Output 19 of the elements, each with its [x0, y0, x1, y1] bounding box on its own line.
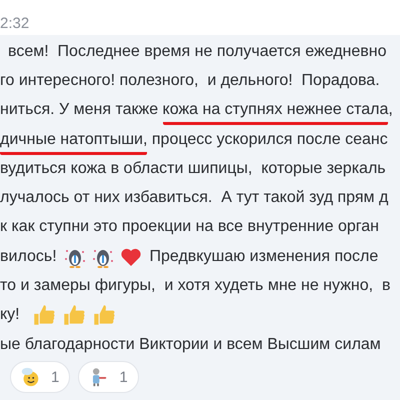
smiley-icon	[19, 366, 41, 388]
reaction-button[interactable]: 1	[10, 361, 70, 394]
message-text: кожа на ступнях нежнее стала	[162, 101, 388, 126]
message-text: го интересного! полезного, и дельного! Порадова.	[0, 72, 380, 91]
message-text: дичные натоптыши,	[0, 130, 148, 155]
message-text: ку!	[0, 306, 21, 326]
reaction-button[interactable]: 1	[78, 361, 139, 394]
message-time: 2:32	[0, 15, 30, 32]
message-text: вилось!	[0, 248, 58, 267]
message-text: Предвкушаю изменения после	[148, 248, 378, 267]
message-text: процесс ускорился после сеанс	[150, 130, 388, 150]
message-text: то и замеры фигуры, и хотя худеть мне не нужно, в	[0, 277, 390, 296]
message-text: вудиться кожа в области шипицы, которые зеркаль	[0, 160, 386, 179]
message-text: лучалось от них избавиться. А тут такой зуд прям д	[0, 189, 388, 208]
message-text: к как ступни это проекции на все внутренние орган	[0, 218, 379, 238]
message-text: ,	[388, 101, 393, 120]
message-text: всем! Последнее время не получается ежедневно	[8, 42, 387, 62]
message-text: ые благодарности Виктории и всем Высшим силам	[0, 336, 381, 355]
message-text: ниться. У меня также	[0, 101, 160, 120]
